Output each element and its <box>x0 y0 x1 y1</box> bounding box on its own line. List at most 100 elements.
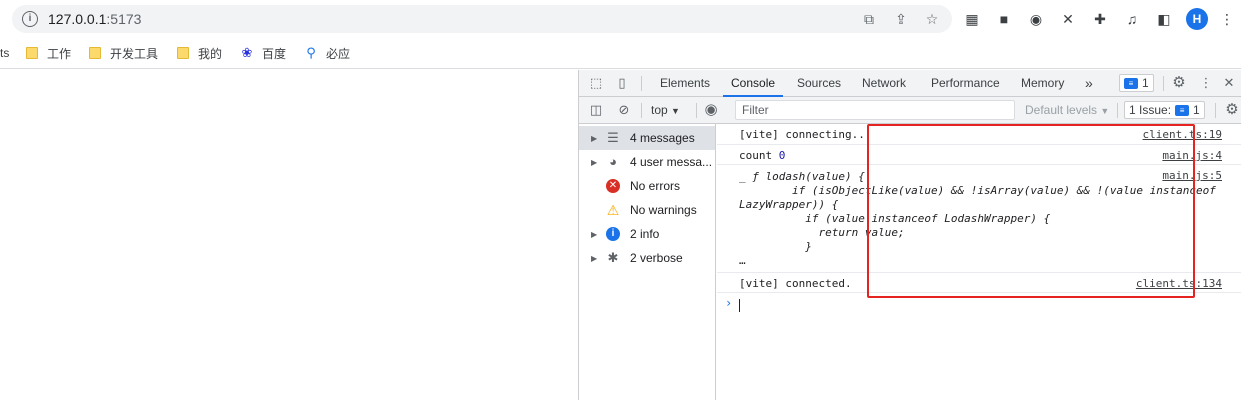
tab-elements[interactable]: Elements <box>660 70 710 97</box>
prompt-chevron-icon: › <box>725 296 733 310</box>
badge-count: 1 <box>1142 76 1149 90</box>
bookmark-label: 开发工具 <box>110 46 159 61</box>
divider <box>1117 103 1118 118</box>
bookmark-bing[interactable]: ⚲ 必应 <box>304 44 350 62</box>
sidebar-item-verbose[interactable]: ▶ ✱ 2 verbose <box>579 246 715 270</box>
qr-code-icon[interactable]: ▦ <box>962 9 982 29</box>
sidebar-item-user-messages[interactable]: ▶ ◕ 4 user messa... <box>579 150 715 174</box>
bing-search-icon: ⚲ <box>306 45 316 60</box>
user-icon: ◕ <box>609 154 617 169</box>
console-settings-gear-icon[interactable]: ⚙ <box>1223 101 1241 119</box>
console-toolbar: ◫ ⊘ top ▼ ◉ Filter Default levels ▼ 1 Is… <box>579 97 1241 124</box>
code-line: LazyWrapper)) { <box>739 198 839 211</box>
sidebar-item-warnings[interactable]: ⚠ No warnings <box>579 198 715 222</box>
extension-ring-icon[interactable]: ◉ <box>1026 9 1046 29</box>
message-text: [vite] connected. <box>739 277 852 290</box>
expand-arrow-icon[interactable]: ▶ <box>591 254 597 263</box>
profile-avatar[interactable]: H <box>1186 8 1208 30</box>
tab-network[interactable]: Network <box>862 70 906 97</box>
bookmark-label: 工作 <box>47 46 72 61</box>
expand-arrow-icon[interactable]: ▶ <box>591 134 597 143</box>
bookmark-label: 必应 <box>326 46 351 61</box>
message-text: [vite] connecting... <box>739 128 872 141</box>
inspect-element-icon[interactable]: ⬚ <box>587 74 605 92</box>
issues-count: 1 <box>1193 103 1200 117</box>
tab-console[interactable]: Console <box>723 70 784 97</box>
extension-black-icon[interactable]: ■ <box>994 9 1014 29</box>
message-number: 0 <box>778 149 786 162</box>
more-tabs-button[interactable]: » <box>1085 70 1093 97</box>
translate-icon[interactable]: ⧉ <box>860 10 878 28</box>
bookmark-label: ts <box>0 46 10 60</box>
bug-icon: ✱ <box>607 250 619 265</box>
folder-icon <box>177 47 189 59</box>
address-bar[interactable]: i 127.0.0.1:5173 ⧉ ⇪ ☆ <box>12 5 952 33</box>
issues-label: 1 Issue: <box>1129 103 1172 117</box>
divider <box>641 76 642 91</box>
dropdown-arrow-icon: ▼ <box>671 106 680 116</box>
divider <box>696 103 697 118</box>
tab-sources[interactable]: Sources <box>797 70 841 97</box>
code-line: _ ƒ lodash(value) { <box>739 170 865 183</box>
console-output: [vite] connecting... client.ts:19 count … <box>717 124 1241 400</box>
context-selector[interactable]: top ▼ <box>651 103 680 117</box>
site-info-icon[interactable]: i <box>22 11 38 27</box>
message-count-badge[interactable]: ≡ 1 <box>1119 74 1154 92</box>
levels-label: Default levels <box>1025 103 1098 117</box>
tab-performance[interactable]: Performance <box>931 70 1000 97</box>
folder-icon <box>26 47 38 59</box>
devtools-panel: ⬚ ▯ Elements Console Sources Network Per… <box>578 70 1241 400</box>
issues-button[interactable]: 1 Issue: ≡ 1 <box>1124 101 1205 119</box>
tab-memory[interactable]: Memory <box>1021 70 1064 97</box>
settings-gear-icon[interactable]: ⚙ <box>1170 74 1188 92</box>
expand-arrow-icon[interactable]: ▶ <box>591 230 597 239</box>
sidebar-item-messages[interactable]: ▶ ☰ 4 messages <box>579 126 715 150</box>
filter-input[interactable]: Filter <box>735 100 1015 120</box>
code-line: } <box>739 240 812 253</box>
side-panel-icon[interactable]: ◧ <box>1154 9 1174 29</box>
sidebar-item-label: 2 info <box>630 227 660 241</box>
sidebar-item-label: 2 verbose <box>630 251 683 265</box>
context-label: top <box>651 103 668 117</box>
ellipsis[interactable]: … <box>739 254 746 267</box>
sidebar-item-info[interactable]: ▶ i 2 info <box>579 222 715 246</box>
warning-icon: ⚠ <box>606 202 620 218</box>
menu-kebab-icon[interactable]: ⋮ <box>1217 9 1237 29</box>
page-viewport <box>0 70 578 400</box>
share-icon[interactable]: ⇪ <box>892 10 910 28</box>
console-input-caret[interactable] <box>739 299 740 312</box>
dropdown-arrow-icon: ▼ <box>1100 106 1110 116</box>
browser-toolbar: i 127.0.0.1:5173 ⧉ ⇪ ☆ ▦ ■ ◉ ✕ ✚ ♫ ◧ H ⋮ <box>0 0 1241 38</box>
issue-icon: ≡ <box>1175 104 1190 116</box>
media-queue-icon[interactable]: ♫ <box>1122 9 1142 29</box>
url-port: :5173 <box>106 11 142 27</box>
device-toolbar-icon[interactable]: ▯ <box>613 74 631 92</box>
bookmark-cut-off[interactable]: ts <box>0 44 9 62</box>
url-text[interactable]: 127.0.0.1:5173 <box>48 11 141 27</box>
bookmark-label: 我的 <box>198 46 223 61</box>
log-levels-dropdown[interactable]: Default levels ▼ <box>1025 103 1109 117</box>
close-icon[interactable]: ✕ <box>1220 74 1238 92</box>
extensions-puzzle-icon[interactable]: ✚ <box>1090 9 1110 29</box>
highlight-annotation-box <box>867 124 1195 298</box>
extension-colorful-icon[interactable]: ✕ <box>1058 9 1078 29</box>
devtools-menu-icon[interactable]: ⋮ <box>1197 74 1215 92</box>
expand-arrow-icon[interactable]: ▶ <box>591 158 597 167</box>
error-icon: ✕ <box>606 179 620 193</box>
bookmark-baidu[interactable]: ❀ 百度 <box>240 44 286 62</box>
bookmarks-bar: ts 工作 开发工具 我的 ❀ 百度 ⚲ 必应 <box>0 38 1241 69</box>
sidebar-toggle-icon[interactable]: ◫ <box>587 101 605 119</box>
message-prefix: count <box>739 149 779 162</box>
divider <box>1163 76 1164 91</box>
bookmark-folder-mine[interactable]: 我的 <box>177 44 222 62</box>
bookmark-star-icon[interactable]: ☆ <box>923 10 941 28</box>
console-sidebar: ▶ ☰ 4 messages ▶ ◕ 4 user messa... ✕ No … <box>579 124 716 400</box>
clear-console-icon[interactable]: ⊘ <box>615 101 633 119</box>
message-text: count 0 <box>739 149 785 162</box>
bookmark-folder-devtools[interactable]: 开发工具 <box>89 44 158 62</box>
live-expression-eye-icon[interactable]: ◉ <box>702 101 720 119</box>
info-icon: i <box>606 227 620 241</box>
sidebar-item-label: 4 messages <box>630 131 695 145</box>
sidebar-item-errors[interactable]: ✕ No errors <box>579 174 715 198</box>
bookmark-folder-work[interactable]: 工作 <box>26 44 71 62</box>
